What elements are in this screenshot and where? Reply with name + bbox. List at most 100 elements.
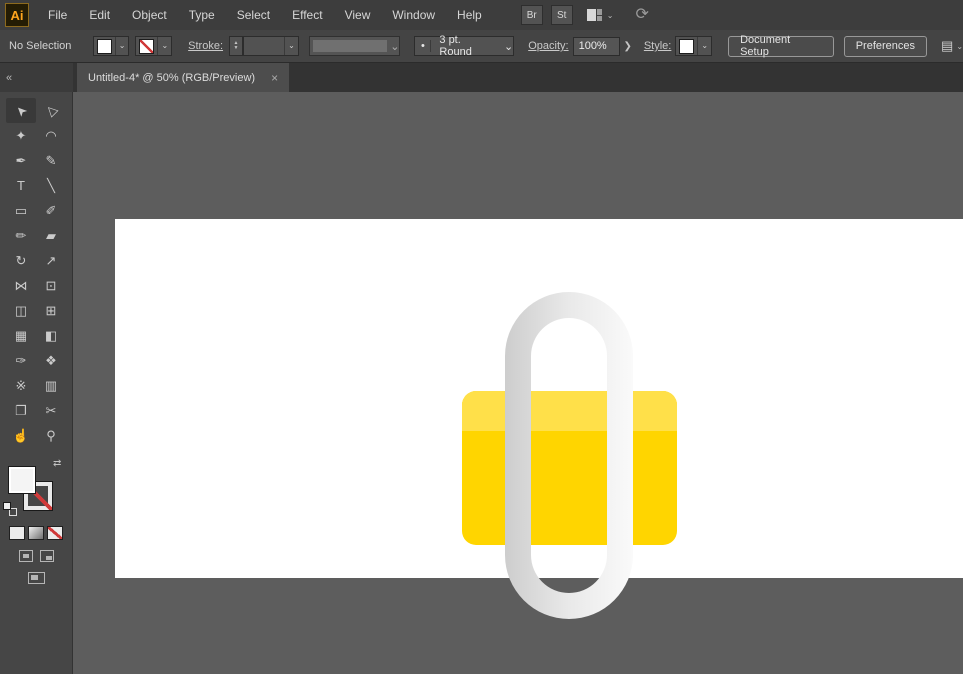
brush-preview-icon: • xyxy=(415,40,432,52)
panel-launcher[interactable]: ▤ ⌄ xyxy=(941,38,963,54)
menu-window[interactable]: Window xyxy=(381,0,446,30)
hand-tool[interactable]: ☝ xyxy=(6,423,36,448)
chevron-down-icon: ⌄ xyxy=(284,37,298,55)
shape-builder-tool[interactable]: ◫ xyxy=(6,298,36,323)
opacity-panel-link[interactable]: Opacity: xyxy=(528,40,568,52)
graphic-style-dropdown[interactable]: ⌄ xyxy=(675,36,713,56)
default-fill-stroke-icon[interactable] xyxy=(3,502,17,516)
lasso-tool-icon: ◠ xyxy=(45,127,57,143)
menu-edit[interactable]: Edit xyxy=(78,0,121,30)
color-button[interactable] xyxy=(9,526,25,540)
style-panel-link[interactable]: Style: xyxy=(644,40,672,52)
symbol-sprayer-tool-icon: ※ xyxy=(15,377,27,393)
close-tab-icon[interactable]: × xyxy=(271,71,278,85)
perspective-grid-tool[interactable]: ⊞ xyxy=(36,298,66,323)
type-tool-icon: T xyxy=(17,178,25,193)
blend-tool[interactable]: ❖ xyxy=(36,348,66,373)
workspace-switcher[interactable]: ⌄ xyxy=(586,8,614,22)
curvature-tool[interactable]: ✎ xyxy=(36,148,66,173)
curvature-tool-icon: ✎ xyxy=(45,152,57,168)
paintbrush-tool[interactable]: ✐ xyxy=(36,198,66,223)
none-button[interactable] xyxy=(47,526,63,540)
menu-view[interactable]: View xyxy=(334,0,382,30)
symbol-sprayer-tool[interactable]: ※ xyxy=(6,373,36,398)
direct-selection-tool[interactable]: ▷ xyxy=(36,98,66,123)
stroke-weight-dropdown[interactable]: ⌄ xyxy=(242,36,299,56)
blend-tool-icon: ❖ xyxy=(45,352,57,368)
column-graph-tool[interactable]: ▥ xyxy=(36,373,66,398)
free-transform-tool[interactable]: ⊡ xyxy=(36,273,66,298)
slice-tool-icon: ✂ xyxy=(45,402,57,418)
perspective-grid-tool-icon: ⊞ xyxy=(45,302,57,318)
swap-fill-stroke-icon[interactable]: ⇄ xyxy=(53,458,61,469)
screen-mode-icon[interactable] xyxy=(27,572,45,584)
menu-object[interactable]: Object xyxy=(121,0,178,30)
menu-type[interactable]: Type xyxy=(178,0,226,30)
paintbrush-tool-icon: ✐ xyxy=(45,202,57,218)
direct-selection-tool-icon: ▷ xyxy=(41,102,60,120)
canvas-area[interactable] xyxy=(73,92,963,674)
eraser-tool[interactable]: ▰ xyxy=(36,223,66,248)
width-tool-icon: ⋈ xyxy=(14,277,28,293)
rectangle-tool-icon: ▭ xyxy=(14,202,28,218)
opacity-flyout-icon[interactable]: ❯ xyxy=(623,41,631,52)
artboard-tool-icon: ❐ xyxy=(15,402,27,418)
stroke-color-dropdown[interactable]: ⌄ xyxy=(135,36,173,56)
control-bar: No Selection ⌄ ⌄ Stroke: ▲ ▼ ⌄ ⌄ • 3 pt.… xyxy=(0,30,963,63)
stock-button[interactable]: St xyxy=(550,5,573,25)
stroke-panel-link[interactable]: Stroke: xyxy=(188,40,223,52)
magic-wand-tool[interactable]: ✦ xyxy=(6,123,36,148)
selection-tool[interactable]: ➤ xyxy=(6,98,36,123)
line-segment-tool[interactable]: ╲ xyxy=(36,173,66,198)
menu-effect[interactable]: Effect xyxy=(281,0,333,30)
type-tool[interactable]: T xyxy=(6,173,36,198)
slice-tool[interactable]: ✂ xyxy=(36,398,66,423)
chevron-down-icon: ⌄ xyxy=(504,40,514,53)
draw-mode-buttons xyxy=(0,550,72,562)
eyedropper-tool[interactable]: ✑ xyxy=(6,348,36,373)
tool-panel-collapse[interactable]: « xyxy=(0,63,73,92)
collapse-panel-icon: « xyxy=(6,71,13,84)
rectangle-tool[interactable]: ▭ xyxy=(6,198,36,223)
fill-color-dropdown[interactable]: ⌄ xyxy=(92,36,130,56)
document-tab[interactable]: Untitled-4* @ 50% (RGB/Preview) × xyxy=(77,63,290,92)
menu-select[interactable]: Select xyxy=(226,0,281,30)
opacity-input[interactable]: 100% xyxy=(572,36,621,56)
fill-color-indicator[interactable] xyxy=(8,466,36,494)
selection-status: No Selection xyxy=(9,40,72,52)
shape-builder-tool-icon: ◫ xyxy=(14,302,28,318)
stroke-weight-stepper[interactable]: ▲ ▼ xyxy=(229,36,243,56)
document-setup-button[interactable]: Document Setup xyxy=(728,34,834,58)
draw-normal-icon[interactable] xyxy=(18,550,33,562)
artboard-tool[interactable]: ❐ xyxy=(6,398,36,423)
touch-workspace-icon[interactable]: ⟳ xyxy=(635,7,648,23)
chevron-down-icon: ⌄ xyxy=(606,10,614,20)
bridge-button[interactable]: Br xyxy=(520,5,543,25)
pencil-tool[interactable]: ✏ xyxy=(6,223,36,248)
rotate-tool[interactable]: ↻ xyxy=(6,248,36,273)
lock-shackle-shape[interactable] xyxy=(505,292,633,619)
zoom-tool[interactable]: ⚲ xyxy=(36,423,66,448)
preferences-button[interactable]: Preferences xyxy=(843,35,928,57)
gradient-tool[interactable]: ◧ xyxy=(36,323,66,348)
menu-file[interactable]: File xyxy=(37,0,78,30)
brush-definition-dropdown[interactable]: • 3 pt. Round ⌄ xyxy=(414,34,515,58)
line-segment-tool-icon: ╲ xyxy=(47,177,55,193)
stepper-down-icon[interactable]: ▼ xyxy=(234,46,239,51)
rotate-tool-icon: ↻ xyxy=(15,252,27,268)
draw-behind-icon[interactable] xyxy=(39,550,54,562)
menu-help[interactable]: Help xyxy=(446,0,493,30)
zoom-tool-icon: ⚲ xyxy=(46,427,56,443)
lasso-tool[interactable]: ◠ xyxy=(36,123,66,148)
magic-wand-tool-icon: ✦ xyxy=(15,127,27,143)
gradient-button[interactable] xyxy=(28,526,44,540)
width-tool[interactable]: ⋈ xyxy=(6,273,36,298)
pen-tool[interactable]: ✒ xyxy=(6,148,36,173)
uniform-profile-icon xyxy=(312,40,388,52)
document-tab-title: Untitled-4* @ 50% (RGB/Preview) xyxy=(88,71,256,84)
mesh-tool[interactable]: ▦ xyxy=(6,323,36,348)
selection-tool-icon: ➤ xyxy=(11,101,30,121)
fill-swatch-icon xyxy=(96,38,112,54)
scale-tool[interactable]: ↗ xyxy=(36,248,66,273)
opacity-value: 100% xyxy=(578,40,607,52)
